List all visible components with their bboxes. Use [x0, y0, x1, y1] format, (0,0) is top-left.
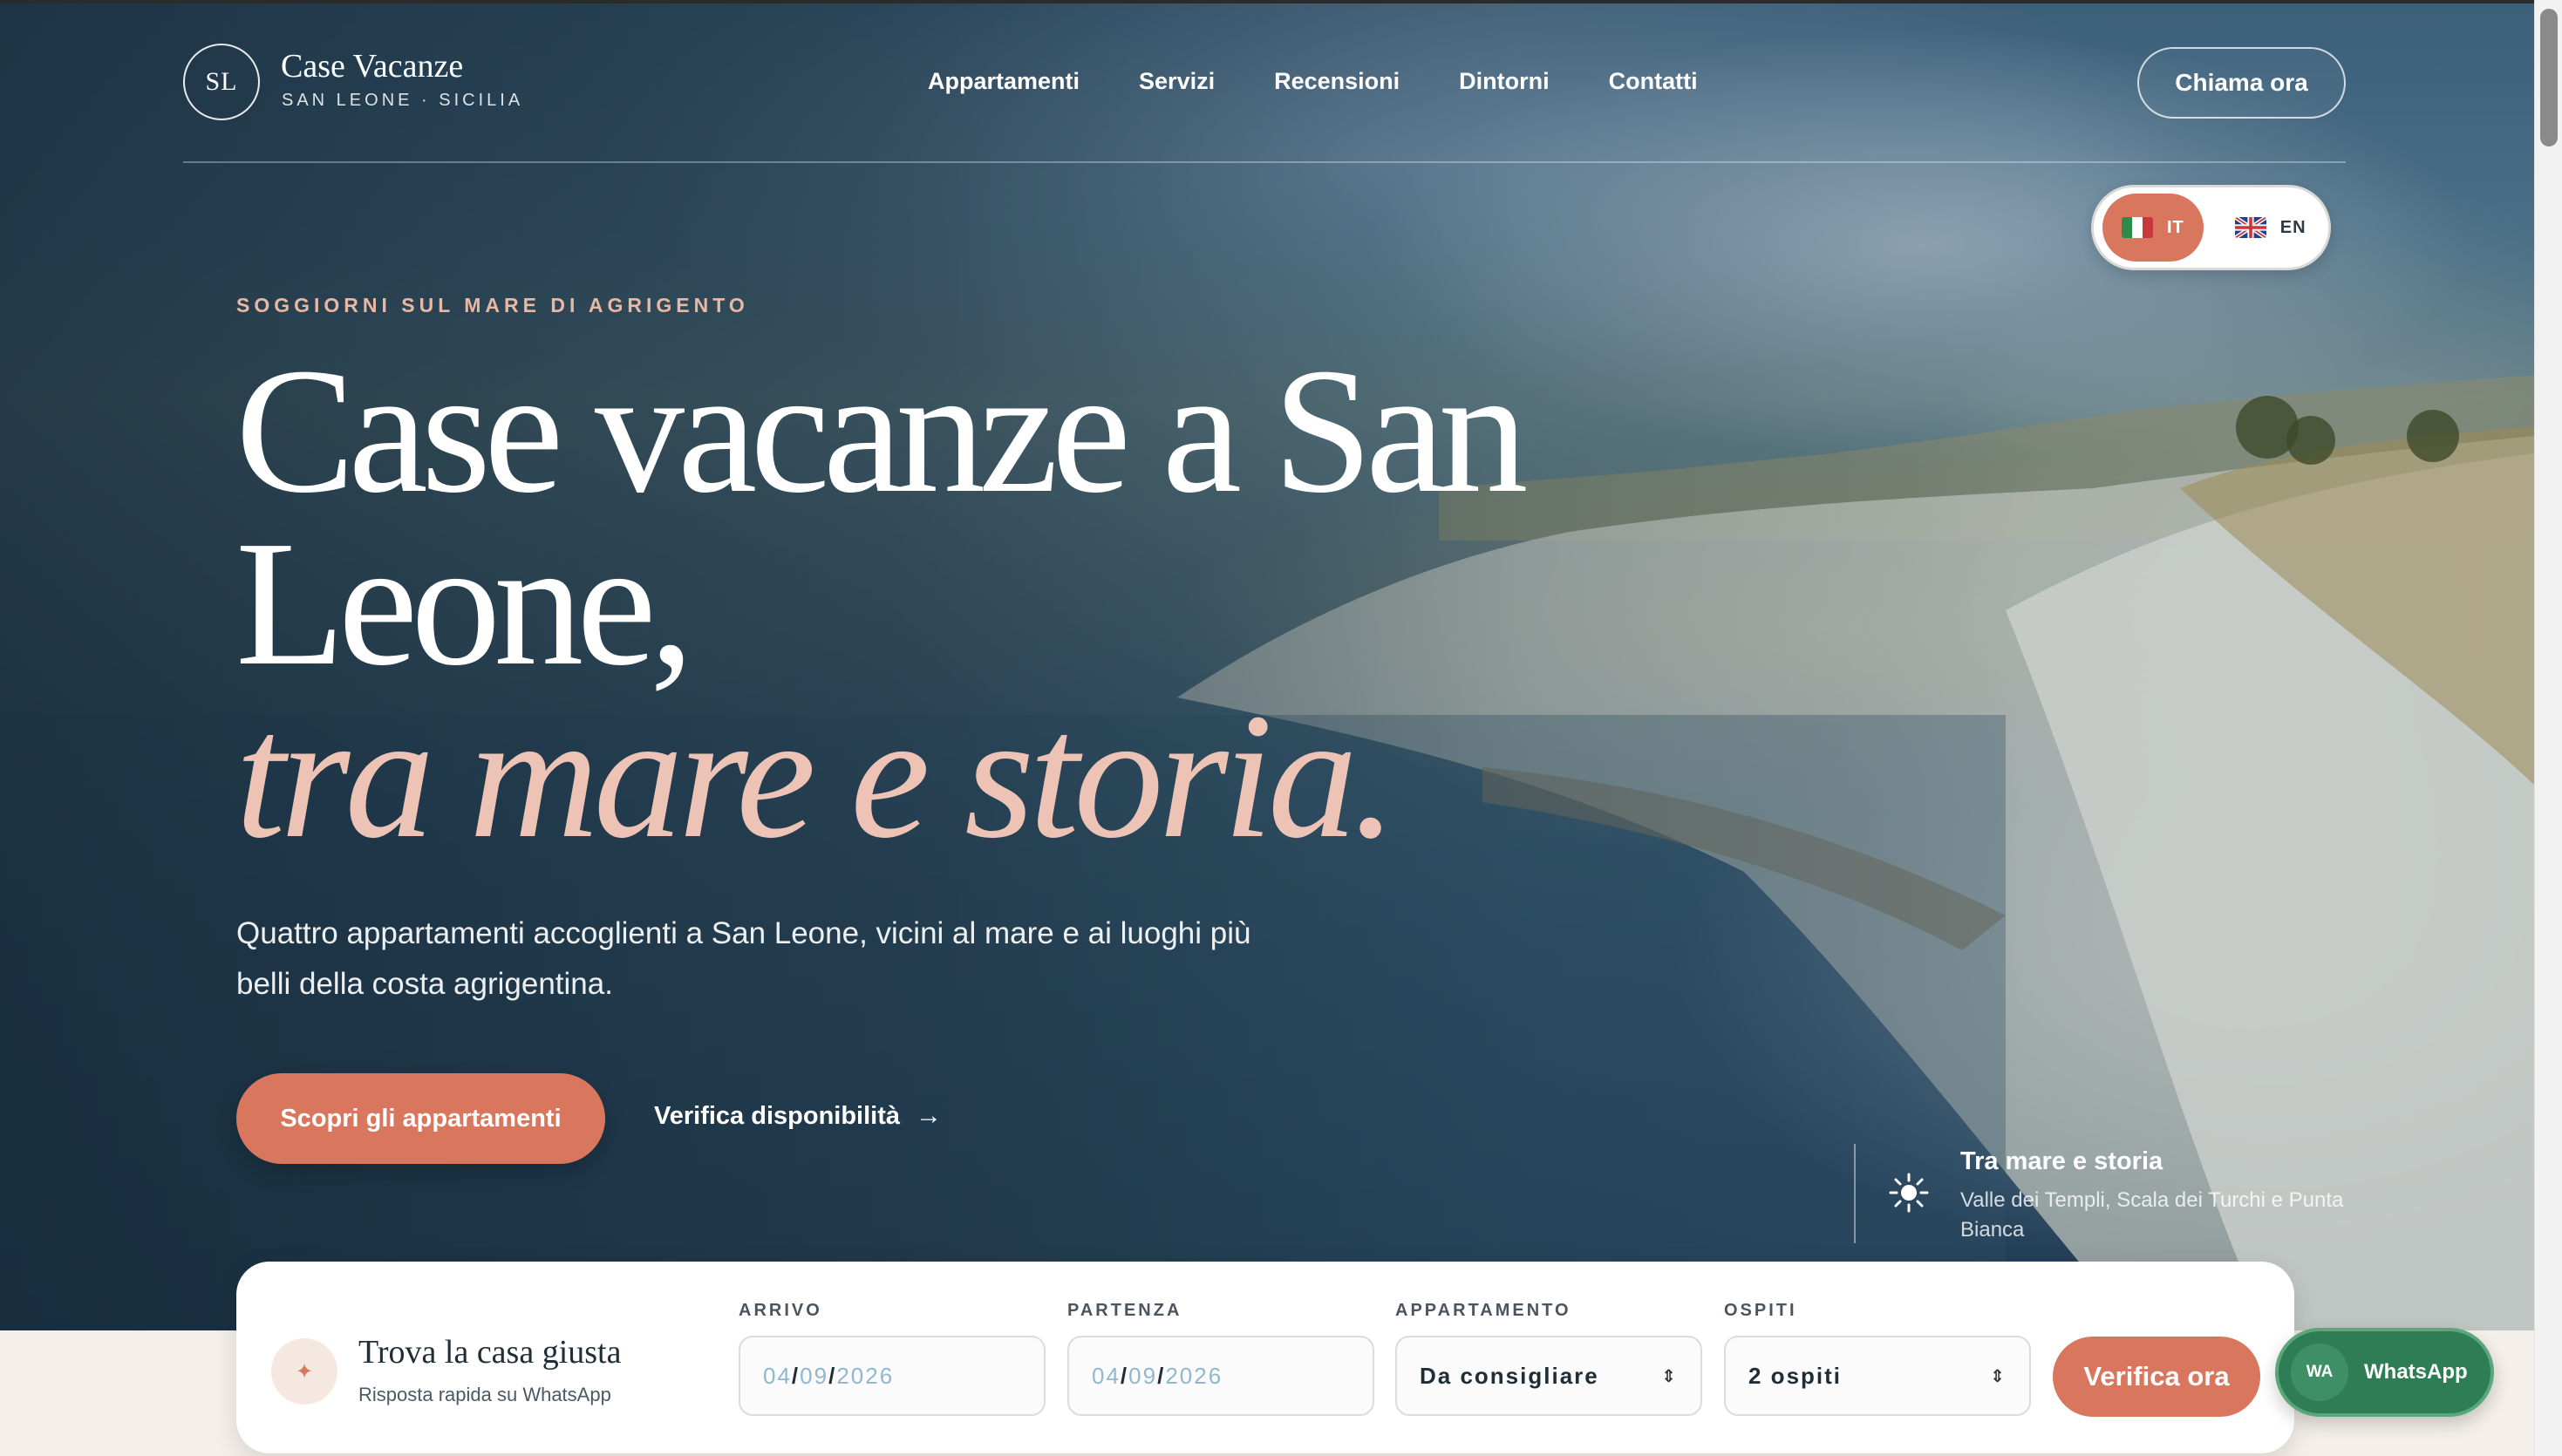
language-en-label: EN: [2279, 217, 2306, 237]
departure-date-input[interactable]: 04/09/2026: [1067, 1336, 1374, 1416]
uk-flag-icon: [2234, 217, 2266, 238]
date-separator: /: [1157, 1362, 1166, 1389]
apartment-select-value: Da consigliare: [1420, 1362, 1599, 1389]
side-info-text: Valle dei Templi, Scala dei Turchi e Pun…: [1960, 1188, 2344, 1242]
sun-icon: [1889, 1173, 1929, 1213]
date-separator: /: [791, 1362, 801, 1389]
logo-title[interactable]: Case Vacanze: [281, 47, 463, 85]
departure-year: 2026: [1165, 1362, 1223, 1389]
italy-flag-icon: [2122, 217, 2153, 238]
hero-title-italic: tra mare e storia.: [235, 676, 1397, 875]
language-switcher: IT EN: [2091, 185, 2331, 270]
arrival-year: 2026: [836, 1362, 895, 1389]
whatsapp-label: WhatsApp: [2364, 1360, 2468, 1384]
chevron-updown-icon: ⇕: [1990, 1366, 2007, 1386]
page-scrollbar[interactable]: [2534, 0, 2562, 1456]
side-info-title: Tra mare e storia: [1960, 1147, 2163, 1175]
arrow-right-icon: →: [916, 1101, 943, 1130]
booking-subtitle: Risposta rapida su WhatsApp: [358, 1384, 611, 1405]
booking-bar: ✦ Trova la casa giusta Risposta rapida s…: [236, 1262, 2294, 1453]
side-info-divider: [1854, 1144, 1856, 1243]
whatsapp-icon: WA: [2291, 1344, 2348, 1401]
discover-apartments-button[interactable]: Scopri gli appartamenti: [236, 1073, 605, 1164]
booking-title: Trova la casa giusta: [358, 1334, 622, 1371]
top-border: [0, 0, 2534, 3]
arrival-day: 04: [763, 1362, 792, 1389]
sparkle-icon: ✦: [271, 1338, 337, 1405]
check-availability-label: Verifica disponibilità: [654, 1101, 901, 1130]
nav-link-servizi[interactable]: Servizi: [1139, 68, 1215, 95]
nav-link-contatti[interactable]: Contatti: [1609, 68, 1698, 95]
language-en-button[interactable]: EN: [2216, 194, 2326, 262]
date-separator: /: [1120, 1362, 1129, 1389]
guests-select[interactable]: 2 ospiti ⇕: [1724, 1336, 2031, 1416]
departure-day: 04: [1092, 1362, 1121, 1389]
hero-eyebrow: SOGGIORNI SUL MARE DI AGRIGENTO: [236, 294, 749, 316]
hero-title-line-2: Leone,: [235, 503, 694, 703]
hero-title-line-1: Case vacanze a San: [235, 330, 1529, 530]
header-divider: [183, 161, 2346, 163]
scrollbar-thumb[interactable]: [2540, 9, 2558, 146]
check-availability-link[interactable]: Verifica disponibilità →: [654, 1101, 942, 1131]
call-now-button[interactable]: Chiama ora: [2137, 47, 2346, 119]
date-separator: /: [828, 1362, 837, 1389]
departure-label: PARTENZA: [1067, 1301, 1182, 1320]
departure-month: 09: [1128, 1362, 1158, 1389]
hero-lead: Quattro appartamenti accoglienti a San L…: [236, 916, 1251, 1001]
logo-monogram[interactable]: SL: [183, 44, 260, 120]
arrival-month: 09: [800, 1362, 829, 1389]
main-nav: Appartamenti Servizi Recensioni Dintorni…: [928, 68, 1698, 95]
arrival-date-input[interactable]: 04/09/2026: [739, 1336, 1046, 1416]
verify-now-button[interactable]: Verifica ora: [2053, 1337, 2260, 1417]
nav-link-dintorni[interactable]: Dintorni: [1459, 68, 1549, 95]
hero-title: Case vacanze a San Leone,: [235, 330, 1529, 703]
whatsapp-floating-button[interactable]: WA WhatsApp: [2275, 1328, 2494, 1417]
chevron-updown-icon: ⇕: [1661, 1366, 1678, 1386]
nav-link-recensioni[interactable]: Recensioni: [1274, 68, 1400, 95]
apartment-select[interactable]: Da consigliare ⇕: [1395, 1336, 1702, 1416]
language-it-label: IT: [2167, 217, 2184, 237]
apartment-label: APPARTAMENTO: [1395, 1301, 1571, 1320]
guests-label: OSPITI: [1724, 1301, 1797, 1320]
language-it-button[interactable]: IT: [2102, 194, 2204, 262]
logo-subtitle: SAN LEONE · SICILIA: [282, 91, 524, 110]
nav-link-appartamenti[interactable]: Appartamenti: [928, 68, 1080, 95]
guests-select-value: 2 ospiti: [1748, 1362, 1843, 1389]
arrival-label: ARRIVO: [739, 1301, 822, 1320]
